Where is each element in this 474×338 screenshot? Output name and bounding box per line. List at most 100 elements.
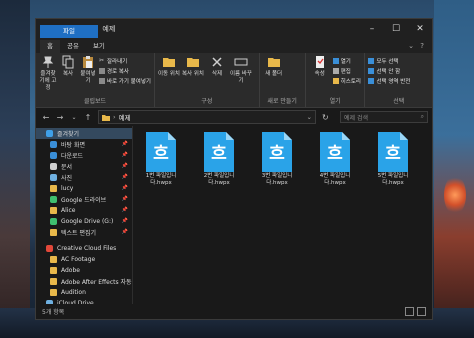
file-item[interactable]: 흐 1번 파일입니다.hwpx bbox=[139, 132, 183, 187]
clipboard-group-label: 클립보드 bbox=[83, 98, 107, 105]
hwp-glyph: 흐 bbox=[327, 144, 343, 164]
sidebar-item-label: 바탕 화면 bbox=[61, 142, 85, 149]
file-item[interactable]: 흐 5번 파일입니다.hwpx bbox=[371, 132, 415, 187]
minimize-button[interactable]: – bbox=[360, 19, 384, 39]
select-none-button[interactable]: 선택 안 함 bbox=[368, 67, 410, 75]
folder-icon bbox=[50, 278, 57, 285]
drive-icon bbox=[50, 218, 57, 225]
copy-path-button[interactable]: 경로 복사 bbox=[99, 67, 151, 75]
open-group-label: 열기 bbox=[329, 98, 341, 105]
paste-shortcut-button[interactable]: 바로 가기 붙여넣기 bbox=[99, 77, 151, 85]
pin-icon: 📌 bbox=[121, 218, 128, 224]
file-item[interactable]: 흐 4번 파일입니다.hwpx bbox=[313, 132, 357, 187]
properties-label: 속성 bbox=[314, 71, 325, 77]
folder-icon bbox=[102, 114, 110, 121]
history-button[interactable]: 히스토리 bbox=[332, 77, 361, 85]
sidebar-item[interactable]: lucy 📌 bbox=[36, 183, 132, 194]
new-group: 새 폴더 새로 만들기 bbox=[260, 53, 306, 107]
pin-icon: 📌 bbox=[121, 174, 128, 180]
history-icon bbox=[332, 78, 339, 84]
sidebar-item[interactable]: 사진 📌 bbox=[36, 172, 132, 183]
chevron-down-icon[interactable]: ⌄ bbox=[70, 114, 78, 121]
sidebar-item[interactable]: Adobe bbox=[36, 265, 132, 276]
tab-1[interactable]: 홈 bbox=[40, 40, 60, 53]
tab-0[interactable]: 파일 bbox=[40, 25, 98, 38]
invert-selection-button[interactable]: 선택 영역 반전 bbox=[368, 77, 410, 85]
select-all-button[interactable]: 모두 선택 bbox=[368, 57, 410, 65]
hwp-file-icon: 흐 bbox=[262, 132, 292, 172]
close-button[interactable]: ✕ bbox=[408, 19, 432, 39]
folder-icon bbox=[50, 229, 57, 236]
chevron-down-icon[interactable]: ⌄ bbox=[408, 42, 414, 50]
folder-icon bbox=[50, 207, 57, 214]
edit-button[interactable]: 편집 bbox=[332, 67, 361, 75]
file-name: 1번 파일입니다.hwpx bbox=[145, 173, 177, 186]
sidebar-item[interactable]: Alice 📌 bbox=[36, 205, 132, 216]
address-bar[interactable]: › 예제 ⌄ bbox=[98, 110, 316, 124]
hwp-glyph: 흐 bbox=[153, 144, 169, 164]
window-title: 예제 bbox=[102, 25, 116, 33]
sidebar-item[interactable]: Google Drive (G:) 📌 bbox=[36, 216, 132, 227]
pin-icon: 📌 bbox=[121, 229, 128, 235]
details-view-icon[interactable] bbox=[405, 306, 414, 316]
tab-2[interactable]: 공유 bbox=[60, 40, 86, 53]
sidebar-item[interactable]: 즐겨찾기 bbox=[36, 128, 132, 139]
sidebar-item[interactable]: Creative Cloud Files bbox=[36, 243, 132, 254]
sidebar-item-label: AC Footage bbox=[61, 256, 96, 263]
sidebar-item-label: 문서 bbox=[61, 164, 73, 171]
delete-icon bbox=[212, 57, 222, 67]
new-folder-button[interactable]: 새 폴더 bbox=[263, 55, 285, 97]
copy-to-icon bbox=[187, 58, 199, 67]
copy-button[interactable]: 복사 bbox=[59, 55, 77, 97]
file-item[interactable]: 흐 3번 파일입니다.hwpx bbox=[255, 132, 299, 187]
sidebar-item[interactable]: Audition bbox=[36, 287, 132, 298]
cut-label: 잘라내기 bbox=[107, 59, 128, 65]
search-input[interactable]: 예제 검색 ⌕ bbox=[340, 111, 428, 123]
select-all-icon bbox=[368, 58, 375, 64]
pin-icon: 📌 bbox=[121, 185, 128, 191]
copy-to-button[interactable]: 복사 위치 bbox=[182, 55, 204, 97]
move-to-button[interactable]: 이동 위치 bbox=[158, 55, 180, 97]
maximize-button[interactable]: ☐ bbox=[384, 19, 408, 39]
sidebar-item[interactable]: Google 드라이브 📌 bbox=[36, 194, 132, 205]
breadcrumb[interactable]: 예제 bbox=[119, 112, 131, 122]
properties-button[interactable]: 속성 bbox=[309, 55, 331, 97]
organize-group-label: 구성 bbox=[201, 98, 213, 105]
back-arrow-icon[interactable]: ← bbox=[42, 113, 50, 122]
copy-icon bbox=[62, 55, 74, 69]
sidebar-item[interactable]: 다운로드 📌 bbox=[36, 150, 132, 161]
pin-icon: 📌 bbox=[121, 196, 128, 202]
new-folder-label: 새 폴더 bbox=[265, 71, 283, 77]
large-icons-view-icon[interactable] bbox=[417, 306, 426, 316]
desktop-icon bbox=[50, 141, 57, 148]
pin-to-quick-access-button[interactable]: 즐겨찾기에 고정 bbox=[39, 55, 57, 97]
hwp-glyph: 흐 bbox=[211, 144, 227, 164]
status-bar: 5개 항목 bbox=[36, 304, 432, 318]
pin-icon: 📌 bbox=[121, 141, 128, 147]
sidebar-item[interactable]: AC Footage bbox=[36, 254, 132, 265]
sidebar-item[interactable]: 문서 📌 bbox=[36, 161, 132, 172]
open-button[interactable]: 열기 bbox=[332, 57, 361, 65]
file-name: 3번 파일입니다.hwpx bbox=[261, 173, 293, 186]
google-drive-icon bbox=[50, 196, 57, 203]
delete-button[interactable]: 삭제 bbox=[206, 55, 228, 97]
sidebar-item-label: 즐겨찾기 bbox=[57, 131, 80, 138]
file-item[interactable]: 흐 2번 파일입니다.hwpx bbox=[197, 132, 241, 187]
sidebar-item[interactable]: 텍스트 편집기 📌 bbox=[36, 227, 132, 238]
copy-path-label: 경로 복사 bbox=[107, 69, 129, 75]
up-arrow-icon[interactable]: ↑ bbox=[84, 113, 92, 122]
new-folder-icon bbox=[267, 58, 280, 67]
sidebar-item[interactable]: Adobe After Effects 자동 bbox=[36, 276, 132, 287]
sidebar-item[interactable]: 바탕 화면 📌 bbox=[36, 139, 132, 150]
forward-arrow-icon[interactable]: → bbox=[56, 113, 64, 122]
document-icon bbox=[50, 163, 57, 170]
cut-button[interactable]: ✂ 잘라내기 bbox=[99, 57, 151, 66]
sidebar-item-label: 텍스트 편집기 bbox=[61, 230, 97, 237]
refresh-icon[interactable]: ↻ bbox=[322, 113, 334, 122]
tab-3[interactable]: 보기 bbox=[86, 40, 112, 53]
paste-button[interactable]: 붙여넣기 bbox=[79, 55, 97, 97]
sidebar-item[interactable]: iCloud Drive bbox=[36, 298, 132, 304]
help-icon[interactable]: ? bbox=[420, 42, 424, 50]
rename-button[interactable]: 이름 바꾸기 bbox=[230, 55, 252, 97]
chevron-down-icon[interactable]: ⌄ bbox=[307, 113, 315, 121]
